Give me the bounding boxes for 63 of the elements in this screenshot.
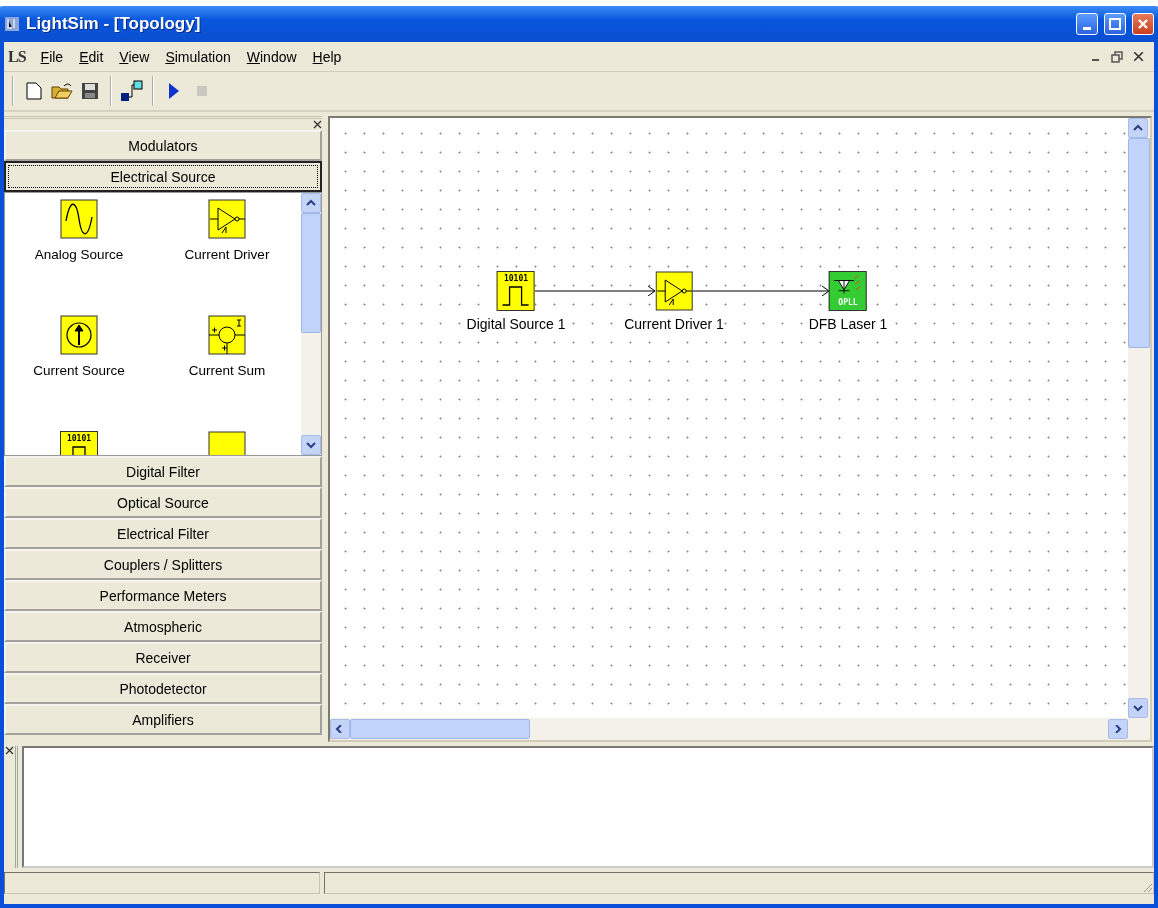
app-logo: LS [8, 47, 26, 66]
pulse-icon [501, 283, 531, 307]
component-label[interactable]: Current Driver [184, 247, 270, 262]
component-icon [208, 199, 246, 239]
category-header[interactable]: Receiver [4, 642, 322, 673]
category-header[interactable]: Atmospheric [4, 611, 322, 642]
stop-icon [195, 84, 209, 98]
icon-caption: 10101 [503, 275, 529, 283]
scroll-right-icon [1113, 725, 1123, 733]
component-label[interactable]: Current Source [33, 363, 125, 378]
open-folder-icon [51, 82, 73, 100]
component-icon [60, 315, 98, 355]
menu-item[interactable]: Help [305, 46, 349, 67]
category-header[interactable]: Modulators [4, 130, 322, 161]
block-label: DFB Laser 1 [808, 316, 888, 332]
minimize-button[interactable] [1076, 13, 1098, 35]
resize-grip-icon[interactable] [1141, 881, 1153, 893]
app-icon [4, 16, 20, 32]
icon-caption: 10101 [66, 435, 92, 443]
menu-item[interactable]: View [112, 46, 157, 67]
maximize-button[interactable] [1104, 13, 1126, 35]
scroll-up-icon [306, 199, 316, 207]
toolbar-button[interactable] [120, 79, 144, 103]
maximize-icon [1109, 18, 1121, 30]
connect-blocks-icon [120, 80, 144, 102]
close-button[interactable] [1132, 13, 1154, 35]
component-label[interactable]: Current Sum [188, 363, 266, 378]
icon-caption: OPLL [838, 299, 858, 307]
category-header[interactable]: Amplifiers [4, 704, 322, 735]
category-header[interactable]: Photodetector [4, 673, 322, 704]
scroll-down-icon [1133, 704, 1143, 712]
category-header[interactable]: Digital Filter [4, 456, 322, 487]
menu-item[interactable]: Window [239, 46, 304, 67]
window-title: LightSim - [Topology] [26, 14, 202, 34]
close-icon[interactable] [1133, 51, 1144, 62]
menu-item[interactable]: Simulation [158, 46, 238, 67]
block-label: Digital Source 1 [466, 316, 566, 332]
component-label[interactable]: Analog Source [34, 247, 124, 262]
category-header[interactable]: Optical Source [4, 487, 322, 518]
play-icon [167, 82, 181, 100]
vertical-scrollbar[interactable] [1128, 118, 1150, 718]
component-icon [60, 199, 98, 239]
vertical-scrollbar[interactable] [301, 193, 321, 455]
driver-icon [655, 271, 693, 311]
scroll-up-icon [1133, 124, 1143, 132]
scroll-left-icon [335, 725, 345, 733]
category-header[interactable]: Electrical Source [4, 161, 322, 192]
horizontal-scrollbar[interactable] [330, 718, 1150, 740]
block-label: Current Driver 1 [624, 316, 724, 332]
diagram-canvas[interactable]: 10101 Digital Source 1 Current Driver 1 OPLL DFB Laser 1 [330, 118, 1128, 718]
close-icon [1137, 18, 1149, 30]
category-header[interactable]: Couplers / Splitters [4, 549, 322, 580]
close-icon[interactable] [313, 120, 322, 129]
menu-item[interactable]: Edit [72, 46, 111, 67]
category-header[interactable]: Electrical Filter [4, 518, 322, 549]
category-header[interactable]: Performance Meters [4, 580, 322, 611]
minimize-icon [1083, 26, 1091, 30]
new-file-icon [26, 82, 42, 100]
close-icon[interactable] [5, 746, 14, 755]
restore-icon[interactable] [1111, 50, 1123, 63]
scroll-down-icon [306, 441, 316, 449]
component-icon [208, 315, 246, 355]
menu-item[interactable]: File [33, 46, 71, 67]
